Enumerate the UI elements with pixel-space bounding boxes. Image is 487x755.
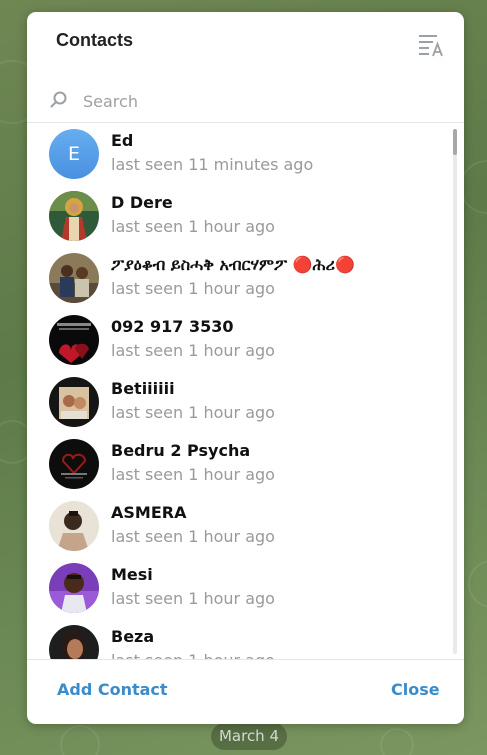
contact-name: D Dere (111, 193, 173, 212)
avatar-photo (49, 439, 99, 489)
contact-status: last seen 1 hour ago (111, 217, 275, 236)
contacts-dialog: Contacts E Ed last seen 11 minutes ago (27, 12, 464, 724)
background-doodle (468, 560, 487, 608)
search-input[interactable] (81, 85, 445, 117)
avatar-photo (49, 253, 99, 303)
contact-row[interactable]: E Ed last seen 11 minutes ago (27, 123, 452, 185)
sort-icon[interactable] (418, 32, 446, 58)
contacts-list[interactable]: E Ed last seen 11 minutes ago D Dere las… (27, 123, 464, 659)
background-doodle (460, 160, 487, 214)
divider (27, 659, 464, 660)
avatar (49, 253, 99, 303)
contact-status: last seen 1 hour ago (111, 589, 275, 608)
contact-row[interactable]: ፖያዕቆብ ይስሓቅ አብርሃምፖ 🔴ሕሪ🔴 last seen 1 hour … (27, 247, 452, 309)
search-icon (49, 90, 69, 110)
avatar (49, 315, 99, 365)
contact-row[interactable]: ASMERA last seen 1 hour ago (27, 495, 452, 557)
dialog-title: Contacts (56, 30, 134, 50)
contact-name: Bedru 2 Psycha (111, 441, 251, 460)
avatar (49, 501, 99, 551)
search-bar (27, 82, 464, 122)
contact-status: last seen 1 hour ago (111, 279, 275, 298)
contact-row[interactable]: Bedru 2 Psycha last seen 1 hour ago (27, 433, 452, 495)
contact-row[interactable]: Betiiiiii last seen 1 hour ago (27, 371, 452, 433)
contact-row[interactable]: Mesi last seen 1 hour ago (27, 557, 452, 619)
avatar-letter: E (49, 129, 99, 179)
contact-name: ASMERA (111, 503, 187, 522)
contact-name: Mesi (111, 565, 153, 584)
avatar-photo (49, 377, 99, 427)
avatar-photo (49, 501, 99, 551)
contact-name: ፖያዕቆብ ይስሓቅ አብርሃምፖ 🔴ሕሪ🔴 (111, 255, 355, 274)
avatar (49, 625, 99, 659)
scrollbar-thumb[interactable] (453, 129, 457, 155)
contact-status: last seen 1 hour ago (111, 527, 275, 546)
contact-status: last seen 11 minutes ago (111, 155, 314, 174)
scrollbar[interactable] (453, 129, 457, 654)
contact-status: last seen 1 hour ago (111, 651, 275, 659)
contact-row[interactable]: 092 917 3530 last seen 1 hour ago (27, 309, 452, 371)
avatar (49, 377, 99, 427)
avatar (49, 191, 99, 241)
contact-name: Beza (111, 627, 155, 646)
background-doodle (60, 725, 100, 755)
contact-status: last seen 1 hour ago (111, 465, 275, 484)
avatar-photo (49, 625, 99, 659)
contact-row[interactable]: D Dere last seen 1 hour ago (27, 185, 452, 247)
avatar (49, 563, 99, 613)
contact-status: last seen 1 hour ago (111, 403, 275, 422)
contact-row[interactable]: Beza last seen 1 hour ago (27, 619, 452, 659)
contact-name: Betiiiiii (111, 379, 175, 398)
avatar (49, 439, 99, 489)
avatar: E (49, 129, 99, 179)
contact-name: Ed (111, 131, 134, 150)
date-separator: March 4 (211, 723, 287, 750)
contact-status: last seen 1 hour ago (111, 341, 275, 360)
avatar-photo (49, 315, 99, 365)
add-contact-button[interactable]: Add Contact (57, 680, 168, 699)
avatar-photo (49, 563, 99, 613)
background-doodle (380, 728, 414, 755)
avatar-photo (49, 191, 99, 241)
close-button[interactable]: Close (391, 680, 440, 699)
contact-name: 092 917 3530 (111, 317, 234, 336)
